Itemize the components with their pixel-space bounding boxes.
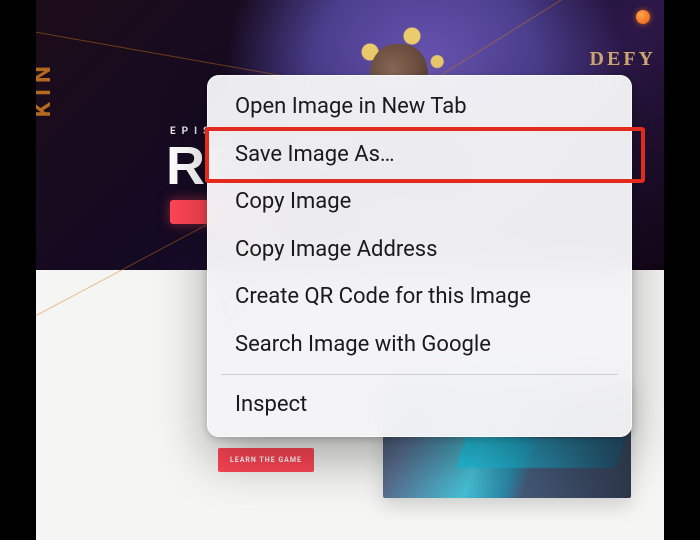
- menu-item-copy-image-address[interactable]: Copy Image Address: [207, 226, 632, 274]
- corner-badge-icon: [636, 10, 650, 24]
- hero-tagline-line1: DEFY: [590, 48, 656, 70]
- menu-item-open-image-new-tab[interactable]: Open Image in New Tab: [207, 83, 632, 131]
- menu-separator: [221, 374, 618, 375]
- menu-item-save-image-as[interactable]: Save Image As…: [207, 131, 632, 179]
- menu-item-create-qr-code[interactable]: Create QR Code for this Image: [207, 273, 632, 321]
- context-menu: Open Image in New Tab Save Image As… Cop…: [207, 75, 632, 437]
- hero-side-caption: KIN: [36, 60, 56, 117]
- card-cta-button[interactable]: LEARN THE GAME: [218, 448, 314, 472]
- screenshot-stage: KIN DEFY TH EPISODE RE W modes as well a…: [0, 0, 700, 540]
- menu-item-copy-image[interactable]: Copy Image: [207, 178, 632, 226]
- menu-item-inspect[interactable]: Inspect: [207, 381, 632, 429]
- menu-item-search-image-google[interactable]: Search Image with Google: [207, 321, 632, 369]
